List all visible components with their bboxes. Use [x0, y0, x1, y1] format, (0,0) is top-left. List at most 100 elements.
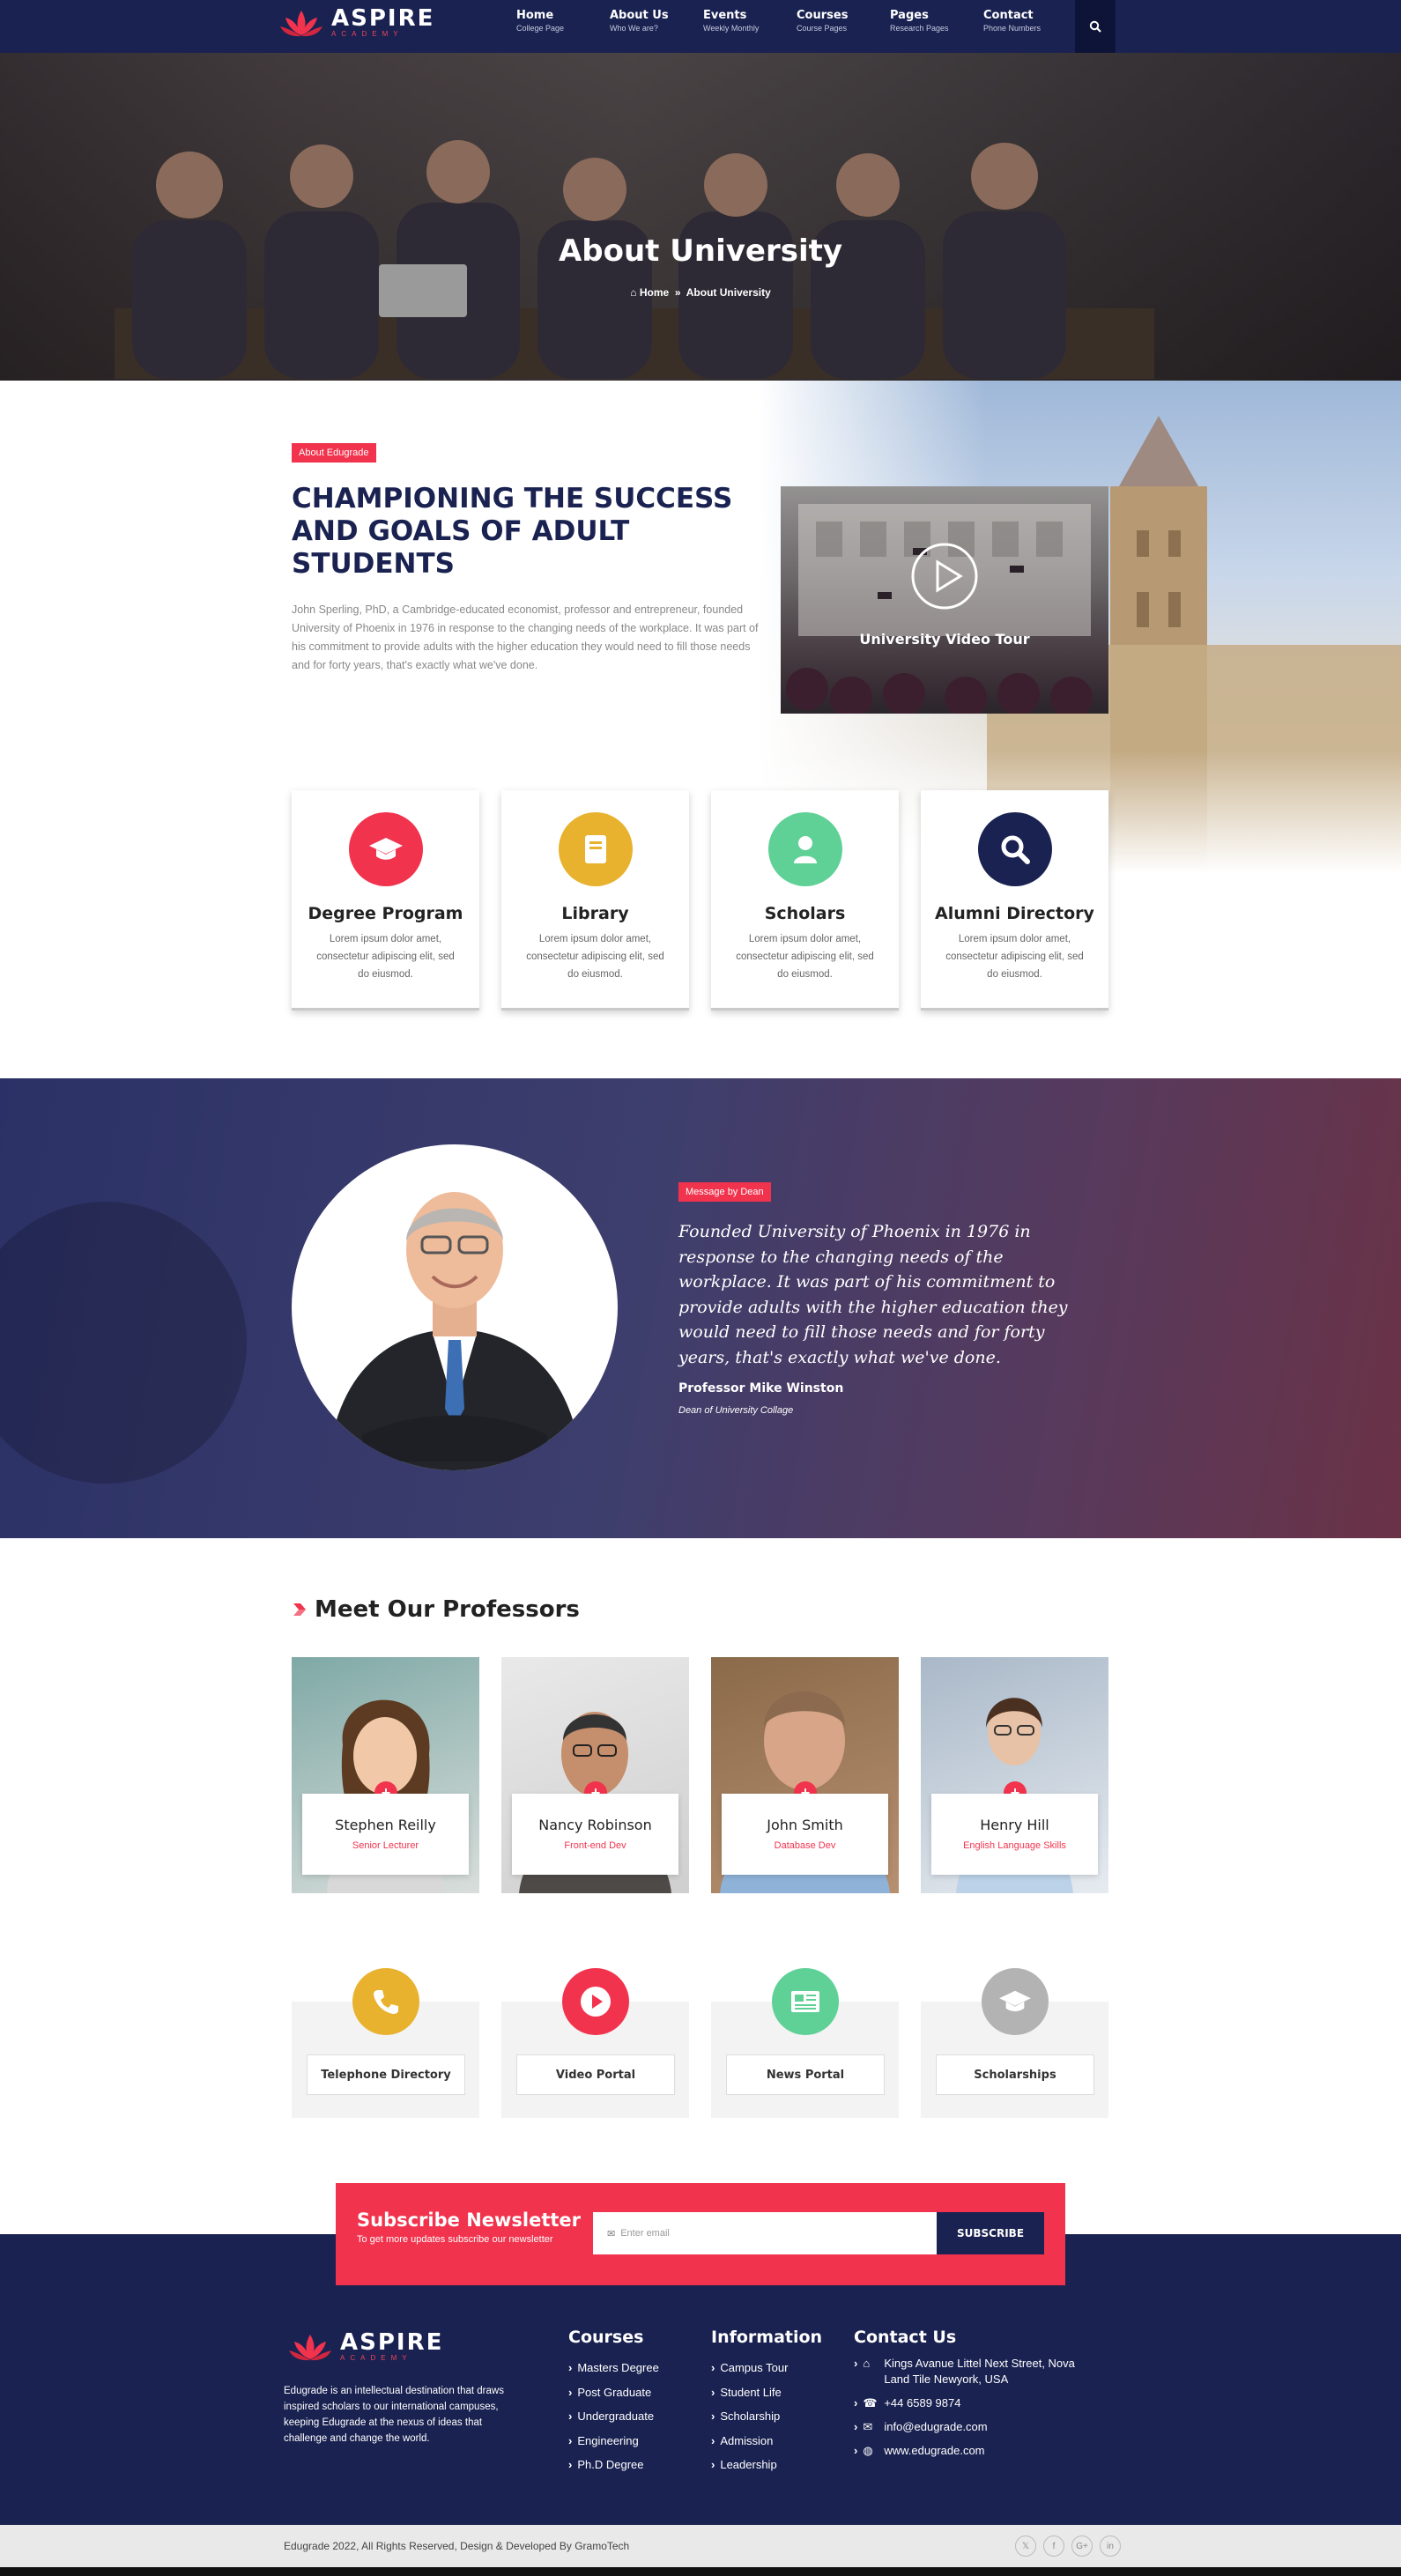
portal-card-news: News Portal [711, 1968, 899, 2118]
copyright-bar: Edugrade 2022, All Rights Reserved, Desi… [0, 2525, 1401, 2567]
video-title: University Video Tour [859, 631, 1030, 648]
nav-sublabel: College Page [516, 24, 565, 33]
globe-icon: ◍ [863, 2444, 873, 2457]
social-links: 𝕏 f G+ in [1008, 2535, 1121, 2557]
about-heading: CHAMPIONING THE SUCCESS AND GOALS OF ADU… [292, 483, 733, 580]
feature-title: Scholars [764, 904, 846, 923]
portal-card-scholarships: Scholarships [921, 1968, 1108, 2118]
home-icon: ⌂ [630, 286, 637, 299]
hero-banner: About University ⌂ Home » About Universi… [0, 53, 1401, 381]
nav-contact[interactable]: Contact Phone Numbers [983, 9, 1071, 33]
contact-email[interactable]: info@edugrade.com [884, 2419, 987, 2435]
footer-information: Information Campus Tour Student Life Sch… [711, 2328, 822, 2477]
footer-link[interactable]: Ph.D Degree [568, 2453, 659, 2477]
video-tour-card[interactable]: University Video Tour [781, 486, 1108, 714]
lotus-logo-icon [289, 2335, 331, 2361]
nav-courses[interactable]: Courses Course Pages [797, 9, 885, 33]
graduation-cap-icon [348, 812, 423, 886]
dean-tag: Message by Dean [678, 1182, 771, 1202]
feature-desc: Lorem ipsum dolor amet, consectetur adip… [945, 934, 1084, 980]
newsletter-box: Subscribe Newsletter To get more updates… [336, 2183, 1065, 2285]
nav-home[interactable]: Home College Page [516, 9, 604, 33]
feature-card-alumni[interactable]: Alumni Directory Lorem ipsum dolor amet,… [921, 790, 1108, 1010]
newspaper-icon [772, 1968, 839, 2035]
google-plus-icon[interactable]: G+ [1071, 2535, 1093, 2557]
dean-quote: Founded University of Phoenix in 1976 in… [678, 1222, 1068, 1367]
footer-link[interactable]: Masters Degree [568, 2356, 658, 2380]
graduation-cap-icon [982, 1968, 1049, 2035]
footer-logo[interactable]: ASPIRE ACADEMY [287, 2331, 443, 2363]
contact-address: Kings Avanue Littel Next Street, Nova La… [884, 2357, 1075, 2386]
feature-card-library[interactable]: Library Lorem ipsum dolor amet, consecte… [501, 790, 689, 1010]
nav-pages[interactable]: Pages Research Pages [890, 9, 978, 33]
professor-card[interactable]: + Henry Hill English Language Skills [921, 1657, 1108, 1893]
breadcrumb-home[interactable]: Home [640, 286, 669, 299]
twitter-icon[interactable]: 𝕏 [1015, 2535, 1036, 2557]
professor-info: Stephen Reilly Senior Lecturer [302, 1794, 469, 1875]
bottom-strip [0, 2567, 1401, 2576]
footer-contact: Contact Us ⌂ Kings Avanue Littel Next Str… [854, 2328, 1101, 2467]
nav-label: Pages [890, 9, 929, 22]
linkedin-icon[interactable]: in [1100, 2535, 1121, 2557]
telephone-directory-button[interactable]: Telephone Directory [307, 2054, 465, 2095]
nav-sublabel: Phone Numbers [983, 24, 1041, 33]
breadcrumb-current: About University [686, 286, 771, 299]
nav-about-us[interactable]: About Us Who We are? [610, 9, 698, 33]
feature-title: Degree Program [308, 904, 463, 923]
copyright-text: Edugrade 2022, All Rights Reserved, Desi… [284, 2540, 630, 2552]
nav-sublabel: Who We are? [610, 24, 658, 33]
envelope-icon: ✉ [607, 2228, 616, 2239]
footer-link[interactable]: Engineering [568, 2429, 659, 2454]
footer-information-title: Information [711, 2328, 823, 2347]
top-navbar: ASPIRE ACADEMY Home College Page About Us… [0, 0, 1401, 53]
professor-card[interactable]: + Nancy Robinson Front-end Dev [501, 1657, 689, 1893]
feature-desc: Lorem ipsum dolor amet, consectetur adip… [526, 934, 664, 980]
footer-link[interactable]: Scholarship [711, 2404, 822, 2429]
professor-role: Database Dev [774, 1840, 836, 1851]
professor-card[interactable]: + Stephen Reilly Senior Lecturer [292, 1657, 479, 1893]
feature-card-degree[interactable]: Degree Program Lorem ipsum dolor amet, c… [292, 790, 479, 1010]
footer-contact-title: Contact Us [854, 2328, 957, 2347]
feature-title: Alumni Directory [935, 904, 1094, 923]
search-icon [1089, 20, 1101, 33]
double-chevron-icon: » [671, 286, 684, 299]
nav-sublabel: Research Pages [890, 24, 949, 33]
contact-phone[interactable]: +44 6589 9874 [884, 2395, 960, 2411]
newsletter-title: Subscribe Newsletter [357, 2210, 582, 2231]
nav-events[interactable]: Events Weekly Monthly [703, 9, 791, 33]
phone-icon: ☎ [863, 2396, 878, 2409]
footer-link[interactable]: Undergraduate [568, 2404, 659, 2429]
video-portal-button[interactable]: Video Portal [516, 2054, 675, 2095]
professor-info: Henry Hill English Language Skills [931, 1794, 1098, 1875]
contact-website[interactable]: www.edugrade.com [884, 2443, 984, 2459]
footer-link[interactable]: Post Graduate [568, 2380, 659, 2405]
footer-link[interactable]: Campus Tour [711, 2356, 822, 2380]
nav-label: Courses [797, 9, 849, 22]
footer-link[interactable]: Leadership [711, 2453, 822, 2477]
footer-courses-title: Courses [568, 2328, 644, 2347]
footer-link[interactable]: Admission [711, 2429, 822, 2454]
nav-label: Events [703, 9, 747, 22]
email-field[interactable]: ✉ Enter email [593, 2212, 937, 2254]
feature-card-scholars[interactable]: Scholars Lorem ipsum dolor amet, consect… [711, 790, 899, 1010]
brand-logo[interactable]: ASPIRE ACADEMY [278, 7, 434, 39]
nav-label: Contact [983, 9, 1034, 22]
nav-sublabel: Weekly Monthly [703, 24, 760, 33]
scholarships-button[interactable]: Scholarships [936, 2054, 1094, 2095]
main-menu: Home College Page About Us Who We are? Eve… [516, 9, 1077, 33]
nav-sublabel: Course Pages [797, 24, 848, 33]
play-icon[interactable] [909, 541, 980, 611]
footer-courses: Courses Masters Degree Post Graduate Und… [568, 2328, 659, 2477]
envelope-icon: ✉ [863, 2420, 873, 2433]
professor-role: Front-end Dev [564, 1840, 626, 1851]
about-tag: About Edugrade [292, 443, 376, 463]
professor-card[interactable]: + John Smith Database Dev [711, 1657, 899, 1893]
professors-title: Meet Our Professors [315, 1596, 580, 1623]
footer-link[interactable]: Student Life [711, 2380, 822, 2405]
feature-desc: Lorem ipsum dolor amet, consectetur adip… [736, 934, 874, 980]
subscribe-button[interactable]: SUBSCRIBE [937, 2212, 1044, 2254]
news-portal-button[interactable]: News Portal [726, 2054, 885, 2095]
professor-name: Henry Hill [980, 1817, 1049, 1833]
facebook-icon[interactable]: f [1043, 2535, 1064, 2557]
nav-search-button[interactable] [1075, 0, 1116, 53]
